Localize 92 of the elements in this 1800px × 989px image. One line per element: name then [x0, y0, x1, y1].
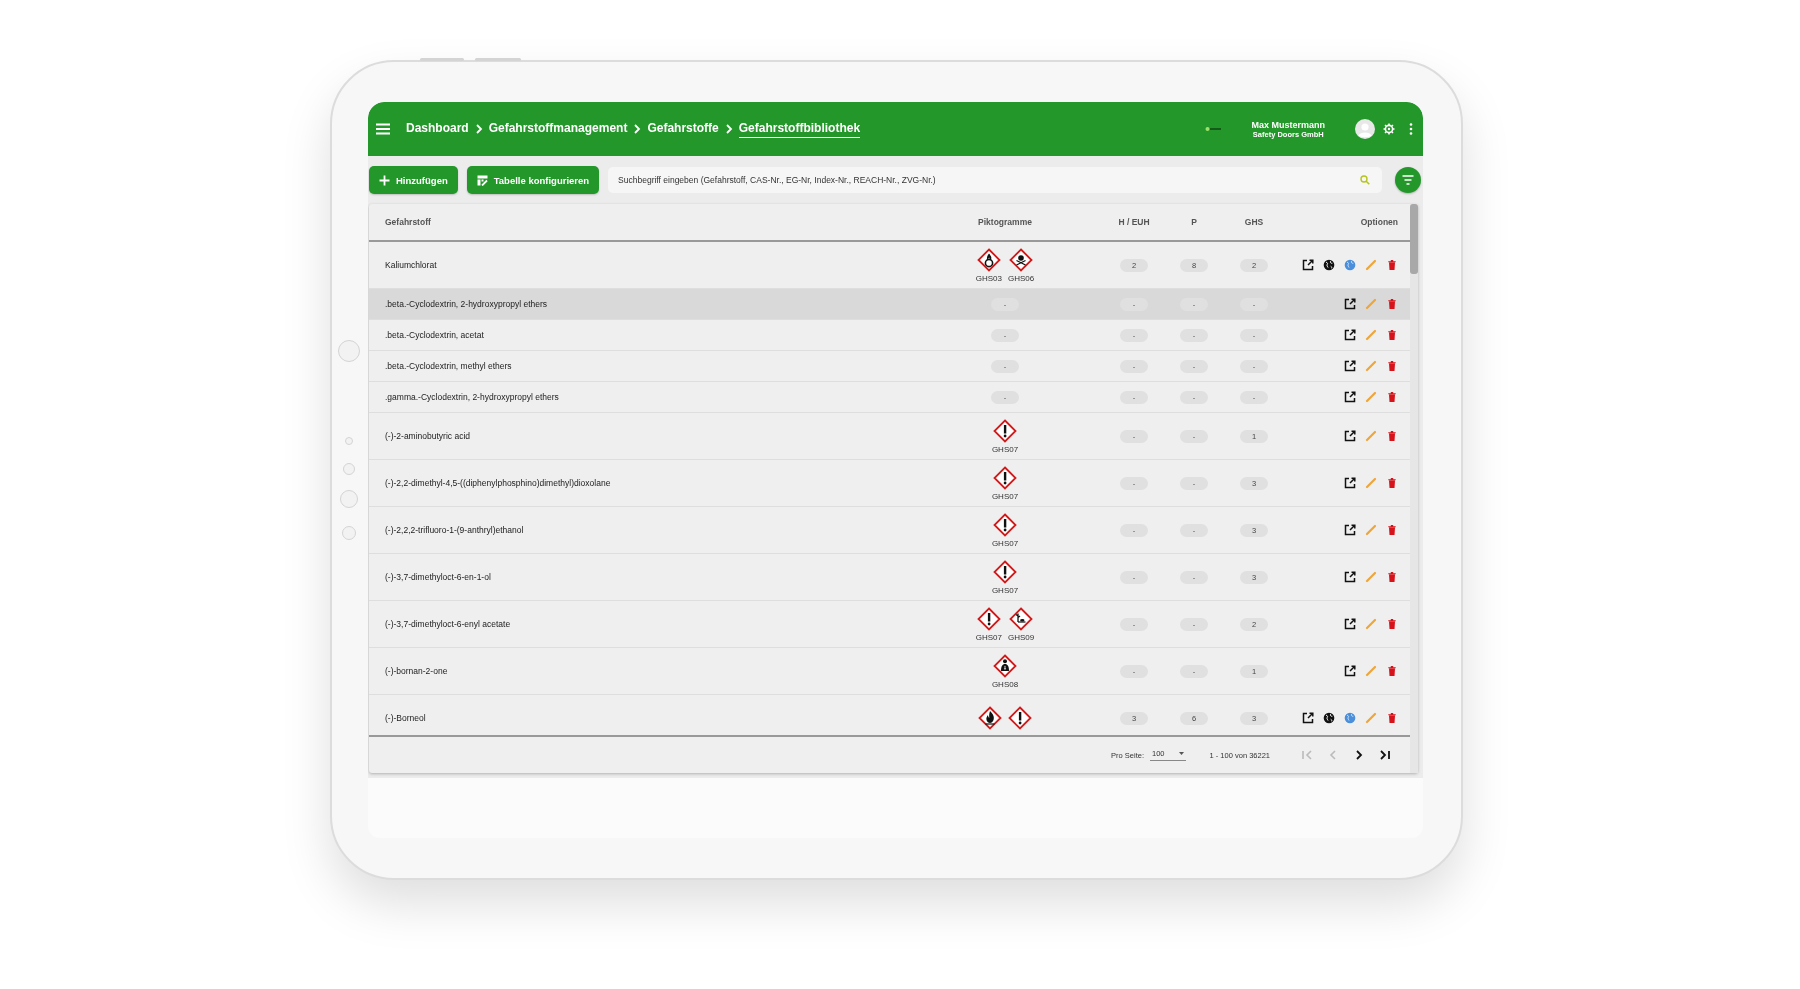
delete-icon[interactable]: [1386, 477, 1398, 489]
substance-name: (-)-3,7-dimethyloct-6-enyl acetate: [385, 619, 512, 629]
menu-icon[interactable]: [376, 123, 390, 135]
exclamation-pictogram-icon: [993, 559, 1017, 584]
open-external-icon[interactable]: [1344, 665, 1356, 677]
flame-pictogram-icon: [978, 706, 1002, 730]
pictogram-code: GHS07: [991, 491, 1019, 501]
pictogram-code: GHS08: [991, 679, 1019, 689]
column-header: Gefahrstoff: [385, 217, 432, 227]
scrollbar[interactable]: [1410, 204, 1418, 773]
web-icon[interactable]: [1344, 259, 1356, 271]
open-external-icon[interactable]: [1302, 712, 1314, 724]
substance-name: (-)-3,7-dimethyloct-6-en-1-ol: [385, 572, 492, 582]
delete-icon[interactable]: [1386, 360, 1398, 372]
table-edit-icon: [476, 174, 488, 186]
pictogram-code: GHS06: [1008, 273, 1035, 283]
delete-icon[interactable]: [1386, 712, 1398, 724]
substance-name: (-)-2,2,2-trifluoro-1-(9-anthryl)ethanol: [385, 525, 525, 535]
pictogram-code: GHS03: [975, 273, 1002, 283]
globe-icon[interactable]: [1323, 259, 1335, 271]
delete-icon[interactable]: [1386, 524, 1398, 536]
pictogram-code: GHS07: [975, 632, 1002, 642]
breadcrumb-link[interactable]: Gefahrstoffe: [647, 120, 719, 138]
substance-name: Kaliumchlorat: [385, 260, 438, 270]
open-external-icon[interactable]: [1344, 571, 1356, 583]
filter-button[interactable]: [1395, 167, 1421, 193]
substance-name: .beta.-Cyclodextrin, 2-hydroxypropyl ethers: [385, 299, 549, 309]
chevron-icon: [474, 124, 483, 134]
substance-name: .beta.-Cyclodextrin, methyl ethers: [385, 361, 513, 371]
column-header: P: [1190, 217, 1198, 227]
search-field[interactable]: Suchbegriff eingeben (Gefahrstoff, CAS-Nr., EG-Nr, Index-Nr., REACH-Nr., ZVG-Nr.): [608, 167, 1382, 193]
substance-name: (-)-2,2-dimethyl-4,5-((diphenylphosphino)dimethyl)dioxolane: [385, 478, 612, 488]
substance-name: .gamma.-Cyclodextrin, 2-hydroxypropyl ethers: [385, 392, 560, 402]
delete-icon[interactable]: [1386, 571, 1398, 583]
settings-icon[interactable]: [1383, 123, 1395, 135]
user-name: Max Mustermann: [1251, 119, 1325, 130]
breadcrumb-link[interactable]: Dashboard: [406, 120, 469, 138]
delete-icon[interactable]: [1386, 665, 1398, 677]
delete-icon[interactable]: [1386, 430, 1398, 442]
chevron-icon: [724, 124, 733, 134]
more-icon[interactable]: [1409, 123, 1413, 135]
plus-icon: [379, 174, 390, 186]
pictogram-code: GHS09: [1008, 632, 1035, 642]
exclamation-pictogram-icon: [1008, 706, 1032, 730]
chevron-icon: [633, 124, 642, 134]
open-external-icon[interactable]: [1344, 430, 1356, 442]
skull-crossbones-pictogram-icon: [1009, 247, 1034, 272]
open-external-icon[interactable]: [1344, 391, 1356, 403]
pictogram-code: GHS07: [991, 538, 1019, 548]
open-external-icon[interactable]: [1344, 477, 1356, 489]
column-header: H / EUH: [1117, 217, 1151, 227]
delete-icon[interactable]: [1386, 329, 1398, 341]
exclamation-pictogram-icon: [993, 418, 1017, 443]
exclamation-pictogram-icon: [993, 465, 1017, 490]
last-page-button[interactable]: [1378, 748, 1392, 762]
open-external-icon[interactable]: [1344, 360, 1356, 372]
exclamation-pictogram-icon: [993, 512, 1017, 537]
delete-icon[interactable]: [1386, 391, 1398, 403]
add-button[interactable]: Hinzufügen: [369, 166, 458, 194]
flame-over-circle-pictogram-icon: [976, 247, 1001, 272]
substance-name: (-)-2-aminobutyric acid: [385, 431, 472, 441]
open-external-icon[interactable]: [1344, 524, 1356, 536]
delete-icon[interactable]: [1386, 618, 1398, 630]
status-icon: [1205, 126, 1224, 132]
breadcrumb-link[interactable]: Gefahrstoffbibliothek: [738, 120, 861, 138]
column-header: Optionen: [1359, 217, 1398, 227]
health-hazard-pictogram-icon: [993, 653, 1017, 678]
delete-icon[interactable]: [1386, 298, 1398, 310]
open-external-icon[interactable]: [1344, 618, 1356, 630]
last-page-icon: [1378, 748, 1392, 762]
breadcrumb-link[interactable]: Gefahrstoffmanagement: [488, 120, 628, 138]
open-external-icon[interactable]: [1302, 259, 1314, 271]
delete-icon[interactable]: [1386, 259, 1398, 271]
substance-name: (-)-bornan-2-one: [385, 666, 449, 676]
web-icon[interactable]: [1344, 712, 1356, 724]
globe-icon[interactable]: [1323, 712, 1335, 724]
exclamation-pictogram-icon: [976, 606, 1001, 631]
avatar-icon[interactable]: [1355, 119, 1375, 139]
pictogram-code: GHS07: [991, 444, 1019, 454]
tree-fish-pictogram-icon: [1009, 606, 1034, 631]
scrollbar-thumb[interactable]: [1410, 204, 1418, 274]
filter-icon: [1402, 175, 1414, 185]
configure-table-button[interactable]: Tabelle konfigurieren: [466, 166, 600, 194]
column-header: Piktogramme: [977, 217, 1033, 227]
first-page-icon: [1300, 748, 1314, 762]
substance-name: .beta.-Cyclodextrin, acetat: [385, 330, 485, 340]
open-external-icon[interactable]: [1344, 329, 1356, 341]
substance-name: (-)-Borneol: [385, 713, 427, 723]
caret-icon: [1178, 752, 1184, 755]
column-header: GHS: [1243, 217, 1265, 227]
pictogram-code: GHS07: [991, 585, 1019, 595]
open-external-icon[interactable]: [1344, 298, 1356, 310]
